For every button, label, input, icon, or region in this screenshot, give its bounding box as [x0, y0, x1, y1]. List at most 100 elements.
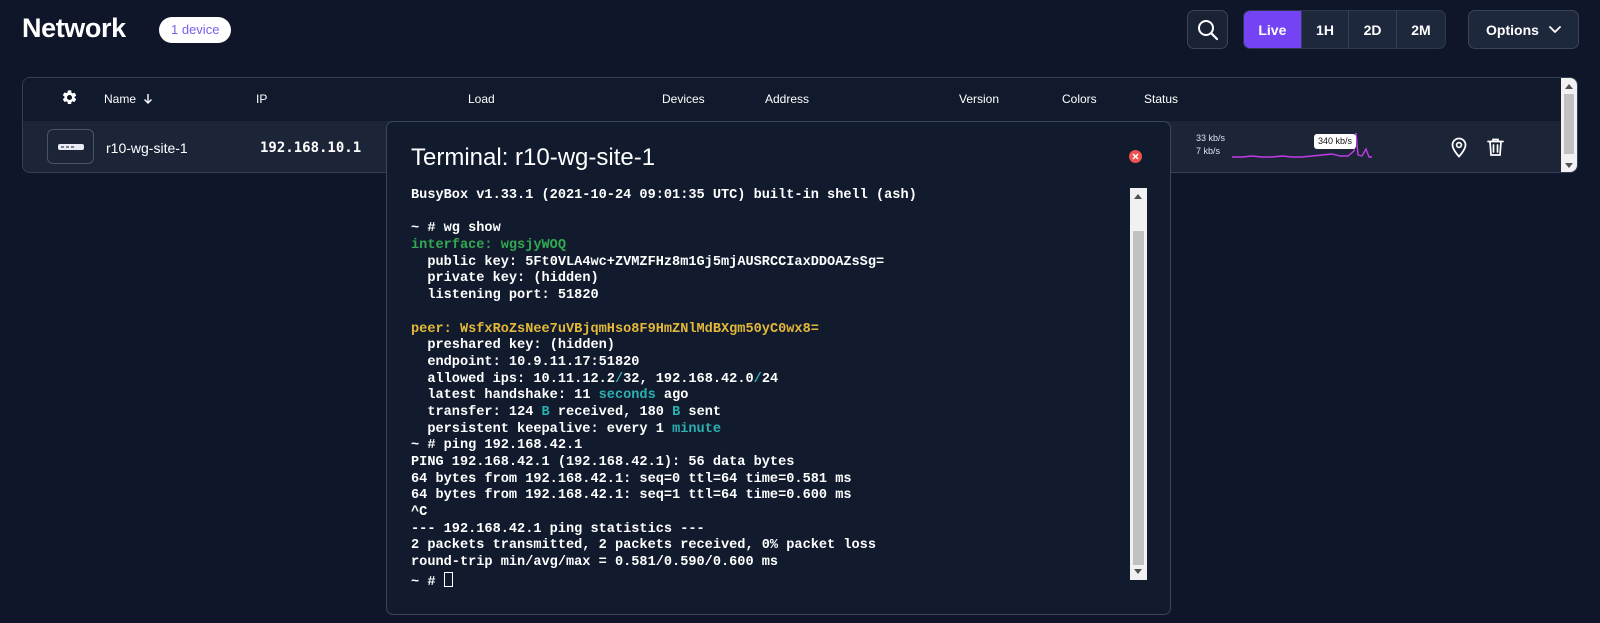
gear-icon — [62, 90, 77, 105]
terminal-text: sent — [680, 404, 722, 420]
scrollbar-thumb[interactable] — [1564, 94, 1574, 154]
terminal-line: ^C — [411, 505, 1116, 522]
terminal-text: round-trip min/avg/max = 0.581/0.590/0.6… — [411, 555, 779, 571]
terminal-text: ^C — [411, 505, 428, 521]
terminal-text: 64 bytes from 192.168.42.1: seq=1 ttl=64… — [411, 488, 852, 504]
device-thumbnail — [47, 129, 94, 164]
scroll-up-arrow[interactable] — [1134, 194, 1142, 199]
terminal-line: --- 192.168.42.1 ping statistics --- — [411, 522, 1116, 539]
table-header: Name IP Load Devices Address Version Col… — [23, 78, 1577, 121]
router-icon — [57, 143, 84, 150]
terminal-line: ~ # — [411, 571, 1116, 590]
delete-device-button[interactable] — [1487, 137, 1504, 162]
column-settings-button[interactable] — [61, 89, 78, 111]
traffic-peak-label: 340 kb/s — [1314, 134, 1357, 149]
search-button[interactable] — [1187, 10, 1228, 49]
terminal-text: 10.11.12.2 — [533, 371, 615, 387]
terminal-line: allowed ips: 10.11.12.2/32, 192.168.42.0… — [411, 372, 1116, 389]
scrollbar-thumb[interactable] — [1133, 231, 1144, 565]
column-name-label: Name — [104, 92, 137, 106]
terminal-text: endpoint: — [411, 354, 509, 370]
terminal-text: private key: — [411, 271, 534, 287]
time-range-selector: Live 1H 2D 2M — [1243, 10, 1446, 49]
options-label: Options — [1486, 21, 1539, 38]
terminal-text: ~ # wg show — [411, 221, 501, 237]
scroll-down-arrow[interactable] — [1565, 163, 1573, 168]
column-address-header[interactable]: Address — [765, 92, 809, 106]
scroll-down-arrow[interactable] — [1134, 569, 1142, 574]
terminal-text: transfer: — [411, 404, 509, 420]
range-2m-button[interactable]: 2M — [1395, 11, 1445, 48]
terminal-line: round-trip min/avg/max = 0.581/0.590/0.6… — [411, 555, 1116, 572]
terminal-line: BusyBox v1.33.1 (2021-10-24 09:01:35 UTC… — [411, 188, 1116, 205]
upload-rate: 33 kb/s — [1196, 133, 1226, 143]
trash-icon — [1487, 138, 1504, 156]
terminal-text: listening port: — [411, 288, 558, 304]
terminal-text: / — [614, 371, 624, 387]
terminal-text: every 1 — [606, 421, 673, 437]
column-name-header[interactable]: Name — [104, 92, 153, 106]
terminal-line: peer: WsfxRoZsNee7uVBjqmHso8F9HmZNlMdBXg… — [411, 322, 1116, 339]
terminal-modal: Terminal: r10-wg-site-1 BusyBox v1.33.1 … — [386, 121, 1171, 615]
column-devices-header[interactable]: Devices — [662, 92, 705, 106]
terminal-line: private key: (hidden) — [411, 271, 1116, 288]
terminal-text: minute — [672, 421, 722, 437]
terminal-scrollbar[interactable] — [1130, 188, 1147, 580]
close-terminal-button[interactable] — [1129, 150, 1142, 163]
terminal-line: preshared key: (hidden) — [411, 338, 1116, 355]
terminal-text: persistent keepalive: — [411, 421, 607, 437]
terminal-line: transfer: 124 B received, 180 B sent — [411, 405, 1116, 422]
terminal-line: ~ # wg show — [411, 221, 1116, 238]
terminal-text: PING 192.168.42.1 (192.168.42.1): 56 dat… — [411, 455, 795, 470]
terminal-text: seconds — [598, 388, 656, 404]
terminal-line: PING 192.168.42.1 (192.168.42.1): 56 dat… — [411, 455, 1116, 472]
terminal-text: wgsjyWOQ — [500, 238, 566, 254]
terminal-text: BusyBox v1.33.1 (2021-10-24 09:01:35 UTC… — [411, 188, 917, 203]
terminal-title: Terminal: r10-wg-site-1 — [411, 144, 656, 171]
column-version-header[interactable]: Version — [959, 92, 999, 106]
column-colors-header[interactable]: Colors — [1062, 92, 1097, 106]
range-2d-button[interactable]: 2D — [1348, 11, 1396, 48]
terminal-text: 5Ft0VLA4wc+ZVMZFHz8m1Gj5mjAUSRCCIaxDDOAZ… — [525, 254, 885, 270]
terminal-line: latest handshake: 11 seconds ago — [411, 388, 1116, 405]
terminal-cursor — [443, 571, 453, 587]
terminal-text: preshared key: — [411, 338, 550, 354]
column-load-header[interactable]: Load — [468, 92, 495, 106]
chevron-down-icon — [1549, 25, 1561, 33]
terminal-line: ~ # ping 192.168.42.1 — [411, 438, 1116, 455]
device-ip: 192.168.10.1 — [260, 140, 362, 156]
terminal-text: 64 bytes from 192.168.42.1: seq=0 ttl=64… — [411, 471, 852, 487]
close-icon — [1132, 153, 1139, 160]
terminal-text: 124 — [508, 404, 542, 420]
terminal-line: 64 bytes from 192.168.42.1: seq=1 ttl=64… — [411, 488, 1116, 505]
table-scrollbar[interactable] — [1561, 78, 1577, 172]
terminal-line: 2 packets transmitted, 2 packets receive… — [411, 538, 1116, 555]
scroll-up-arrow[interactable] — [1565, 84, 1573, 89]
device-name[interactable]: r10-wg-site-1 — [106, 140, 188, 156]
terminal-text: ~ # — [411, 574, 444, 590]
arrow-down-icon — [144, 94, 153, 104]
terminal-text: peer: — [411, 321, 460, 337]
location-pin-icon — [1451, 137, 1467, 158]
terminal-text: B — [541, 404, 550, 420]
terminal-line: public key: 5Ft0VLA4wc+ZVMZFHz8m1Gj5mjAU… — [411, 255, 1116, 272]
terminal-text: received, 180 — [549, 404, 673, 420]
terminal-text: --- 192.168.42.1 ping statistics --- — [411, 521, 705, 537]
terminal-text: 11 — [574, 388, 599, 404]
column-ip-header[interactable]: IP — [256, 92, 267, 106]
terminal-text: ~ # ping 192.168.42.1 — [411, 438, 583, 454]
terminal-line: 64 bytes from 192.168.42.1: seq=0 ttl=64… — [411, 472, 1116, 489]
terminal-line: interface: wgsjyWOQ — [411, 238, 1116, 255]
column-status-header[interactable]: Status — [1144, 92, 1178, 106]
options-dropdown[interactable]: Options — [1468, 10, 1579, 49]
terminal-text: 32, 192.168.42.0 — [623, 371, 754, 387]
terminal-text: 24 — [761, 371, 779, 387]
locate-device-button[interactable] — [1450, 137, 1468, 163]
terminal-line: listening port: 51820 — [411, 288, 1116, 305]
device-count-badge: 1 device — [159, 17, 232, 43]
terminal-output[interactable]: BusyBox v1.33.1 (2021-10-24 09:01:35 UTC… — [411, 188, 1116, 608]
range-1h-button[interactable]: 1H — [1300, 11, 1349, 48]
range-live-button[interactable]: Live — [1244, 11, 1301, 48]
